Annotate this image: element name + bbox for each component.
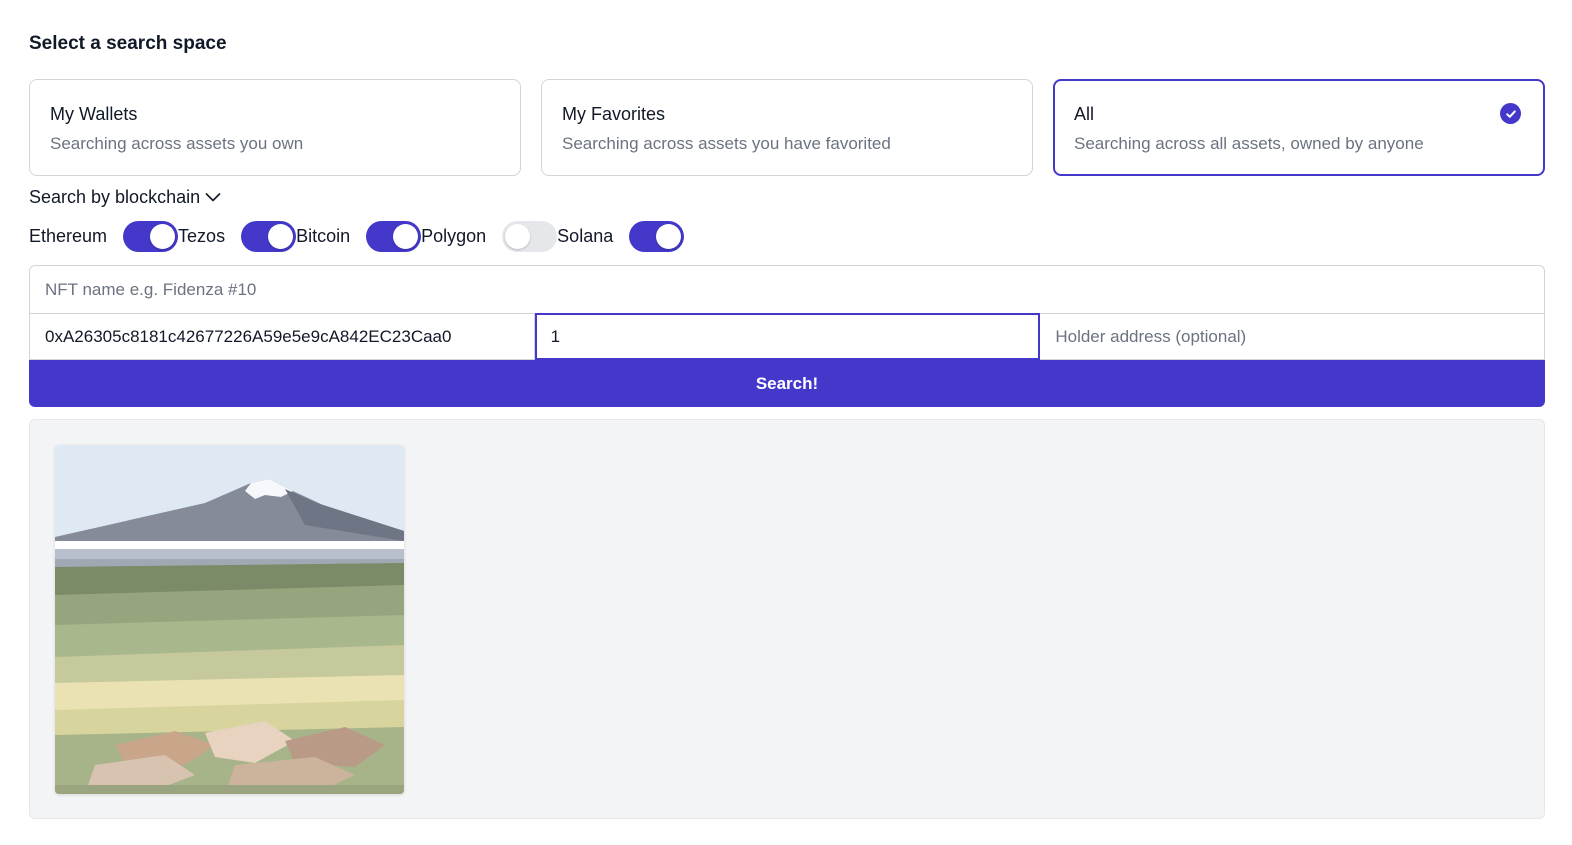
tezos-toggle[interactable] xyxy=(241,221,297,252)
results-panel xyxy=(29,419,1545,819)
polygon-toggle[interactable] xyxy=(502,221,558,252)
search-space-options: My Wallets Searching across assets you o… xyxy=(29,79,1545,176)
section-title: Select a search space xyxy=(29,33,227,54)
search-by-blockchain-label: Search by blockchain xyxy=(29,187,201,207)
search-button[interactable]: Search! xyxy=(29,360,1545,407)
token-id-input[interactable] xyxy=(534,313,1041,360)
card-description: Searching across assets you have favorit… xyxy=(562,134,891,153)
toggle-knob xyxy=(150,224,176,249)
search-space-all[interactable]: All Searching across all assets, owned b… xyxy=(1053,79,1545,176)
chain-label-bitcoin: Bitcoin xyxy=(296,226,351,246)
card-title: My Favorites xyxy=(562,104,666,124)
contract-address-input[interactable] xyxy=(29,313,535,360)
toggle-knob xyxy=(393,224,419,249)
contract-row xyxy=(29,313,1546,360)
card-title: All xyxy=(1074,104,1095,124)
card-title: My Wallets xyxy=(50,104,138,124)
toggle-knob xyxy=(268,224,294,249)
check-circle-icon xyxy=(1500,103,1521,124)
search-form: Search! xyxy=(29,265,1546,407)
search-space-my-favorites[interactable]: My Favorites Searching across assets you… xyxy=(541,79,1033,176)
holder-address-input[interactable] xyxy=(1040,313,1546,360)
toggle-knob xyxy=(505,224,531,249)
chain-label-polygon: Polygon xyxy=(421,226,487,246)
bitcoin-toggle[interactable] xyxy=(366,221,422,252)
blockchain-filters: Ethereum Tezos Bitcoin Polygon Solana xyxy=(29,221,685,252)
search-space-my-wallets[interactable]: My Wallets Searching across assets you o… xyxy=(29,79,521,176)
chain-label-ethereum: Ethereum xyxy=(29,226,108,246)
toggle-knob xyxy=(656,224,682,249)
search-by-blockchain-toggle[interactable]: Search by blockchain xyxy=(29,187,222,208)
chain-label-tezos: Tezos xyxy=(178,226,226,246)
landscape-icon xyxy=(55,445,404,794)
chain-label-solana: Solana xyxy=(557,226,614,246)
card-description: Searching across assets you own xyxy=(50,134,304,153)
nft-name-input[interactable] xyxy=(29,265,1545,313)
chevron-down-icon xyxy=(204,187,222,208)
nft-result-card[interactable] xyxy=(55,445,404,794)
card-description: Searching across all assets, owned by an… xyxy=(1074,134,1424,153)
solana-toggle[interactable] xyxy=(629,221,685,252)
ethereum-toggle[interactable] xyxy=(123,221,179,252)
